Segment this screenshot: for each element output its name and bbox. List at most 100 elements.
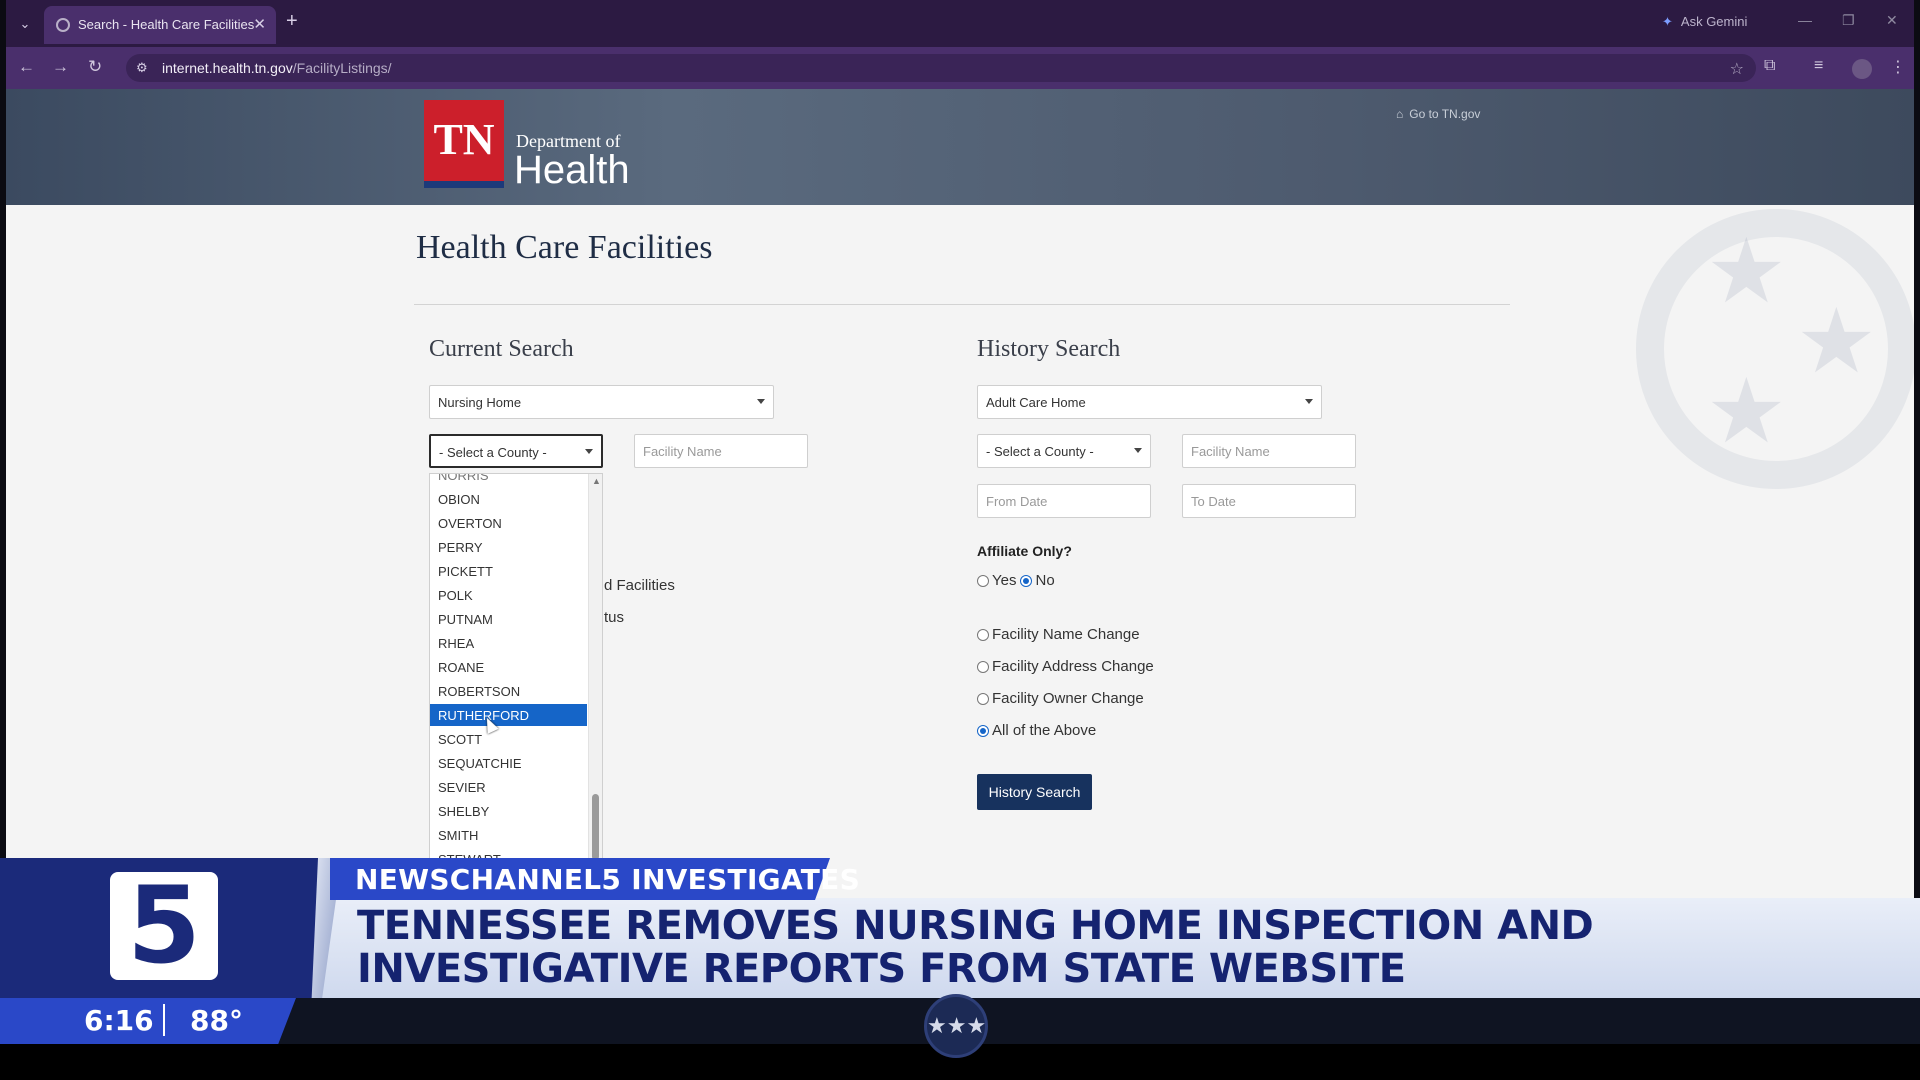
media-icon[interactable]: ≡ (1814, 57, 1823, 75)
url-host: internet.health.tn.gov (162, 60, 293, 76)
county-option[interactable]: ROANE (430, 656, 587, 678)
county-option[interactable]: PICKETT (430, 560, 587, 582)
tn-logo-text: TN (433, 115, 495, 164)
current-search-heading: Current Search (429, 336, 574, 362)
page-title: Health Care Facilities (416, 229, 713, 266)
county-option[interactable]: SCOTT (430, 728, 587, 750)
new-tab-button[interactable]: + (286, 10, 298, 33)
county-option[interactable]: RHEA (430, 632, 587, 654)
change-option-label: Facility Owner Change (992, 690, 1144, 707)
watermark-star-icon: ★ (1706, 222, 1787, 322)
tn-logo[interactable]: TN (424, 100, 504, 188)
change-option-radio[interactable] (977, 660, 989, 673)
change-option-row[interactable]: Facility Name Change (977, 626, 1140, 643)
bookmark-star-icon[interactable]: ☆ (1730, 59, 1744, 79)
from-date-input[interactable] (977, 484, 1151, 518)
globe-icon (56, 18, 70, 32)
ask-gemini-label: Ask Gemini (1680, 14, 1748, 29)
tab-search-icon[interactable]: ⌄ (12, 12, 38, 36)
affiliate-only-label: Affiliate Only? (977, 543, 1072, 559)
scrollbar-thumb[interactable] (592, 794, 599, 858)
browser-window: ⌄ Search - Health Care Facilities ✕ + ✦ A… (6, 0, 1914, 1000)
to-date-input[interactable] (1182, 484, 1356, 518)
close-window-icon[interactable]: ✕ (1886, 12, 1898, 29)
change-option-row[interactable]: All of the Above (977, 722, 1096, 739)
forward-icon[interactable]: → (52, 57, 69, 77)
url-text: internet.health.tn.gov/FacilityListings/ (162, 60, 392, 76)
address-bar-row: ← → ↻ ⚙ internet.health.tn.gov/FacilityL… (6, 47, 1914, 89)
current-facility-type-value: Nursing Home (438, 395, 522, 410)
county-option[interactable]: SMITH (430, 824, 587, 846)
channel-5-logo: 5 (110, 872, 218, 980)
status-label: tus (604, 609, 625, 626)
scroll-up-icon[interactable]: ▲ (592, 476, 601, 486)
news-kicker: NEWSCHANNEL5 INVESTIGATES (355, 863, 861, 896)
time-temp-divider (163, 1004, 165, 1036)
tab-title: Search - Health Care Facilities (78, 17, 255, 32)
watermark-star-icon: ★ (1706, 362, 1787, 462)
dept-name-text: Health (514, 148, 630, 192)
goto-tn-label: Go to TN.gov (1409, 107, 1481, 121)
county-option[interactable]: SEQUATCHIE (430, 752, 587, 774)
dropdown-scrollbar[interactable]: ▲ (588, 474, 602, 858)
extensions-icon[interactable]: ⧉ (1764, 57, 1775, 75)
reload-icon[interactable]: ↻ (88, 57, 102, 77)
clock-time: 6:16 (84, 1004, 154, 1037)
history-facility-name-input[interactable] (1182, 434, 1356, 468)
county-option[interactable]: POLK (430, 584, 587, 606)
tn-seal-icon: ★★★ (924, 994, 988, 1058)
change-option-radio[interactable] (977, 628, 989, 641)
history-search-button[interactable]: History Search (977, 774, 1092, 810)
change-option-label: Facility Address Change (992, 658, 1154, 675)
url-path: /FacilityListings/ (292, 60, 392, 76)
close-tab-icon[interactable]: ✕ (253, 15, 266, 33)
home-icon: ⌂ (1396, 107, 1404, 121)
affiliate-yes-radio[interactable] (977, 574, 989, 587)
back-icon[interactable]: ← (18, 57, 35, 77)
county-option[interactable]: PUTNAM (430, 608, 587, 630)
county-option[interactable]: OVERTON (430, 512, 587, 534)
change-option-radio[interactable] (977, 724, 989, 737)
county-option[interactable]: PERRY (430, 536, 587, 558)
tab-bar: ⌄ Search - Health Care Facilities ✕ + ✦ A… (6, 0, 1914, 47)
news-headline: TENNESSEE REMOVES NURSING HOME INSPECTIO… (357, 903, 1594, 991)
current-county-value: - Select a County - (439, 445, 547, 460)
change-option-row[interactable]: Facility Owner Change (977, 690, 1144, 707)
goto-tn-link[interactable]: ⌂ Go to TN.gov (1396, 107, 1480, 121)
current-county-select[interactable]: - Select a County - (429, 434, 603, 468)
change-option-row[interactable]: Facility Address Change (977, 658, 1154, 675)
chevron-down-icon (1305, 399, 1313, 404)
county-dropdown-list[interactable]: NORRIS OBION OVERTON PERRY PICKETT POLK PUTNA… (429, 473, 603, 859)
include-closed-facilities-label: d Facilities (604, 577, 675, 594)
headline-line-1: TENNESSEE REMOVES NURSING HOME INSPECTIO… (357, 903, 1594, 949)
current-facility-type-select[interactable]: Nursing Home (429, 385, 774, 419)
county-option-partial: NORRIS (438, 473, 489, 483)
url-field[interactable]: ⚙ internet.health.tn.gov/FacilityListing… (126, 54, 1756, 82)
county-option[interactable]: RUTHERFORD (430, 704, 587, 726)
current-facility-name-input[interactable] (634, 434, 808, 468)
change-option-label: Facility Name Change (992, 626, 1140, 643)
history-county-select[interactable]: - Select a County - (977, 434, 1151, 468)
affiliate-radio-group: Yes No (977, 572, 1055, 589)
change-option-radio[interactable] (977, 692, 989, 705)
county-option[interactable]: ROBERTSON (430, 680, 587, 702)
history-facility-type-select[interactable]: Adult Care Home (977, 385, 1322, 419)
maximize-icon[interactable]: ❐ (1842, 12, 1855, 29)
chevron-down-icon (585, 449, 593, 454)
county-option[interactable]: OBION (430, 488, 587, 510)
county-option[interactable]: SHELBY (430, 800, 587, 822)
chevron-down-icon (1134, 448, 1142, 453)
affiliate-no-radio[interactable] (1020, 574, 1033, 587)
menu-icon[interactable]: ⋮ (1890, 57, 1906, 77)
site-info-icon[interactable]: ⚙ (136, 60, 148, 76)
temperature: 88° (190, 1004, 243, 1037)
channel-number: 5 (127, 864, 201, 987)
county-option[interactable]: SEVIER (430, 776, 587, 798)
minimize-icon[interactable]: — (1798, 12, 1812, 28)
ask-gemini-button[interactable]: ✦ Ask Gemini (1662, 14, 1747, 30)
history-county-value: - Select a County - (986, 444, 1094, 459)
browser-tab[interactable]: Search - Health Care Facilities ✕ (44, 6, 276, 44)
profile-avatar[interactable] (1852, 59, 1872, 79)
watermark-star-icon: ★ (1796, 292, 1877, 392)
history-search-heading: History Search (977, 336, 1121, 362)
